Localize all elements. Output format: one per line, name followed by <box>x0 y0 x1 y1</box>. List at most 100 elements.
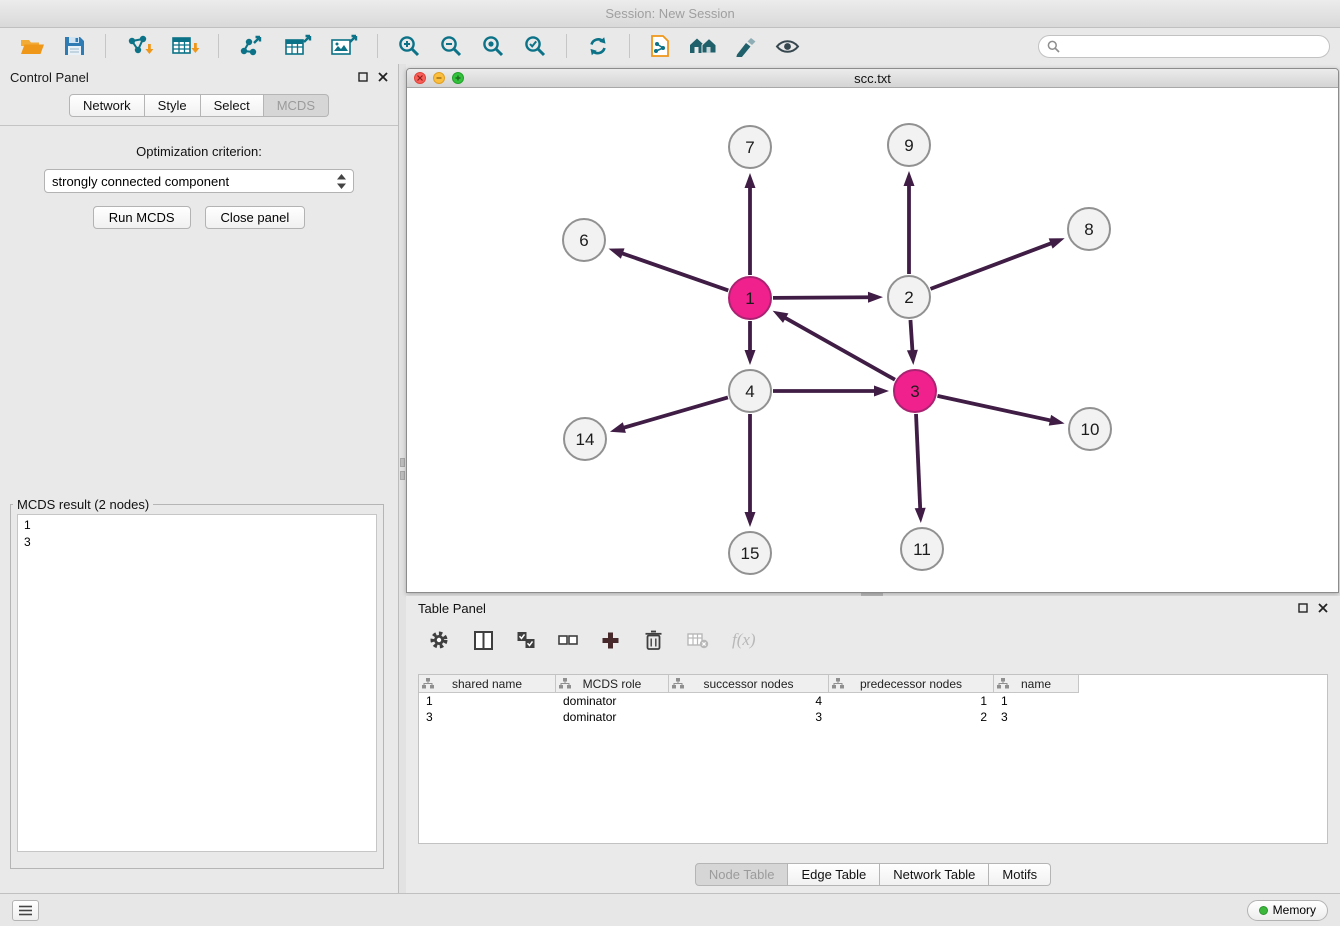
export-network-icon <box>238 34 266 58</box>
close-panel-icon-button[interactable] <box>378 72 388 82</box>
delete-table-button <box>685 630 711 651</box>
graph-edge-2-8[interactable] <box>931 242 1054 288</box>
open-session-button[interactable] <box>17 33 47 59</box>
clone-network-button[interactable] <box>647 32 673 60</box>
import-table-icon <box>171 34 199 58</box>
tab-select[interactable]: Select <box>201 94 264 117</box>
brush-icon <box>735 35 757 57</box>
search-input[interactable] <box>1065 39 1321 53</box>
column-header-MCDS-role[interactable]: MCDS role <box>556 675 669 693</box>
menu-button[interactable] <box>12 900 39 921</box>
table-cell[interactable]: 1 <box>419 693 556 709</box>
graph-edge-1-6[interactable] <box>620 253 728 291</box>
table-body: 1dominator4113dominator323 <box>419 693 1327 725</box>
vertical-splitter[interactable] <box>399 64 406 893</box>
close-icon <box>417 75 423 81</box>
close-panel-icon-button[interactable] <box>1318 603 1328 613</box>
select-all-columns-button[interactable] <box>515 629 537 651</box>
graph-edge-arrowhead <box>868 292 883 303</box>
column-header-shared-name[interactable]: shared name <box>419 675 556 693</box>
optimization-dropdown[interactable]: strongly connected component <box>44 169 354 193</box>
tab-network[interactable]: Network <box>69 94 145 117</box>
list-icon <box>19 905 32 916</box>
hierarchy-icon <box>559 678 571 689</box>
graph-node-label: 3 <box>910 382 919 401</box>
mcds-result-list[interactable]: 13 <box>17 514 377 852</box>
export-table-icon <box>284 34 312 58</box>
window-title: Session: New Session <box>605 6 734 21</box>
table-row[interactable]: 3dominator323 <box>419 709 1327 725</box>
column-header-name[interactable]: name <box>994 675 1079 693</box>
import-network-button[interactable] <box>123 32 155 60</box>
column-header-successor-nodes[interactable]: successor nodes <box>669 675 829 693</box>
save-session-button[interactable] <box>61 33 88 59</box>
delete-column-button[interactable] <box>641 627 666 653</box>
table-cell[interactable]: 1 <box>829 693 994 709</box>
tab-motifs[interactable]: Motifs <box>989 863 1051 886</box>
zoom-window-button[interactable] <box>452 72 464 84</box>
control-panel-header: Control Panel <box>0 64 398 90</box>
brush-button[interactable] <box>733 33 759 59</box>
home-pair-button[interactable] <box>687 34 719 58</box>
table-cell[interactable]: 3 <box>419 709 556 725</box>
deselect-all-columns-button[interactable] <box>556 631 580 649</box>
table-cell[interactable]: 3 <box>994 709 1079 725</box>
tab-node-table[interactable]: Node Table <box>695 863 789 886</box>
graph-edge-3-1[interactable] <box>783 317 895 380</box>
run-mcds-button[interactable]: Run MCDS <box>93 206 191 229</box>
network-graph[interactable]: 7968124314101511 <box>407 88 1338 592</box>
float-panel-button[interactable] <box>1298 603 1308 613</box>
import-table-button[interactable] <box>169 32 201 60</box>
table-settings-button[interactable] <box>426 627 452 653</box>
search-box[interactable] <box>1038 35 1330 58</box>
graph-edge-3-10[interactable] <box>937 396 1052 421</box>
close-panel-button[interactable]: Close panel <box>205 206 306 229</box>
table-cell[interactable]: 2 <box>829 709 994 725</box>
tab-mcds[interactable]: MCDS <box>264 94 329 117</box>
export-image-button[interactable] <box>328 32 360 60</box>
graph-edge-3-11[interactable] <box>916 414 920 511</box>
memory-button[interactable]: Memory <box>1247 900 1328 921</box>
show-columns-button[interactable] <box>471 628 496 653</box>
control-panel-tabs: NetworkStyleSelectMCDS <box>0 90 398 126</box>
graph-edge-2-3[interactable] <box>910 320 912 353</box>
float-icon <box>358 72 368 82</box>
zoom-fit-icon <box>481 34 505 58</box>
export-table-button[interactable] <box>282 32 314 60</box>
column-header-predecessor-nodes[interactable]: predecessor nodes <box>829 675 994 693</box>
create-column-button[interactable] <box>599 629 622 652</box>
graph-edge-1-2[interactable] <box>773 297 871 298</box>
table-cell[interactable]: dominator <box>556 709 669 725</box>
table-cell[interactable]: 4 <box>669 693 829 709</box>
graph-node-label: 1 <box>745 289 754 308</box>
export-network-button[interactable] <box>236 32 268 60</box>
network-canvas[interactable]: 7968124314101511 <box>407 88 1338 592</box>
columns-icon <box>473 630 494 651</box>
zoom-fit-button[interactable] <box>479 32 507 60</box>
close-icon <box>378 72 388 82</box>
table-row[interactable]: 1dominator411 <box>419 693 1327 709</box>
tab-style[interactable]: Style <box>145 94 201 117</box>
zoom-out-button[interactable] <box>437 32 465 60</box>
minimize-window-button[interactable] <box>433 72 445 84</box>
toolbar-separator <box>377 34 378 58</box>
table-cell[interactable]: 3 <box>669 709 829 725</box>
zoom-in-button[interactable] <box>395 32 423 60</box>
float-panel-button[interactable] <box>358 72 368 82</box>
network-window-titlebar[interactable]: scc.txt <box>407 69 1338 88</box>
table-cell[interactable]: dominator <box>556 693 669 709</box>
close-window-button[interactable] <box>414 72 426 84</box>
graph-edge-4-14[interactable] <box>621 397 727 428</box>
zoom-selected-icon <box>523 34 547 58</box>
tab-edge-table[interactable]: Edge Table <box>788 863 880 886</box>
zoom-selected-button[interactable] <box>521 32 549 60</box>
hierarchy-icon <box>832 678 844 689</box>
tab-network-table[interactable]: Network Table <box>880 863 989 886</box>
splitter-grip[interactable] <box>400 458 405 484</box>
refresh-button[interactable] <box>584 33 612 60</box>
hierarchy-icon <box>997 678 1009 689</box>
table-cell[interactable]: 1 <box>994 693 1079 709</box>
eye-button[interactable] <box>773 35 802 58</box>
table-tabs: Node TableEdge TableNetwork TableMotifs <box>406 863 1340 886</box>
home-pair-icon <box>689 36 717 56</box>
